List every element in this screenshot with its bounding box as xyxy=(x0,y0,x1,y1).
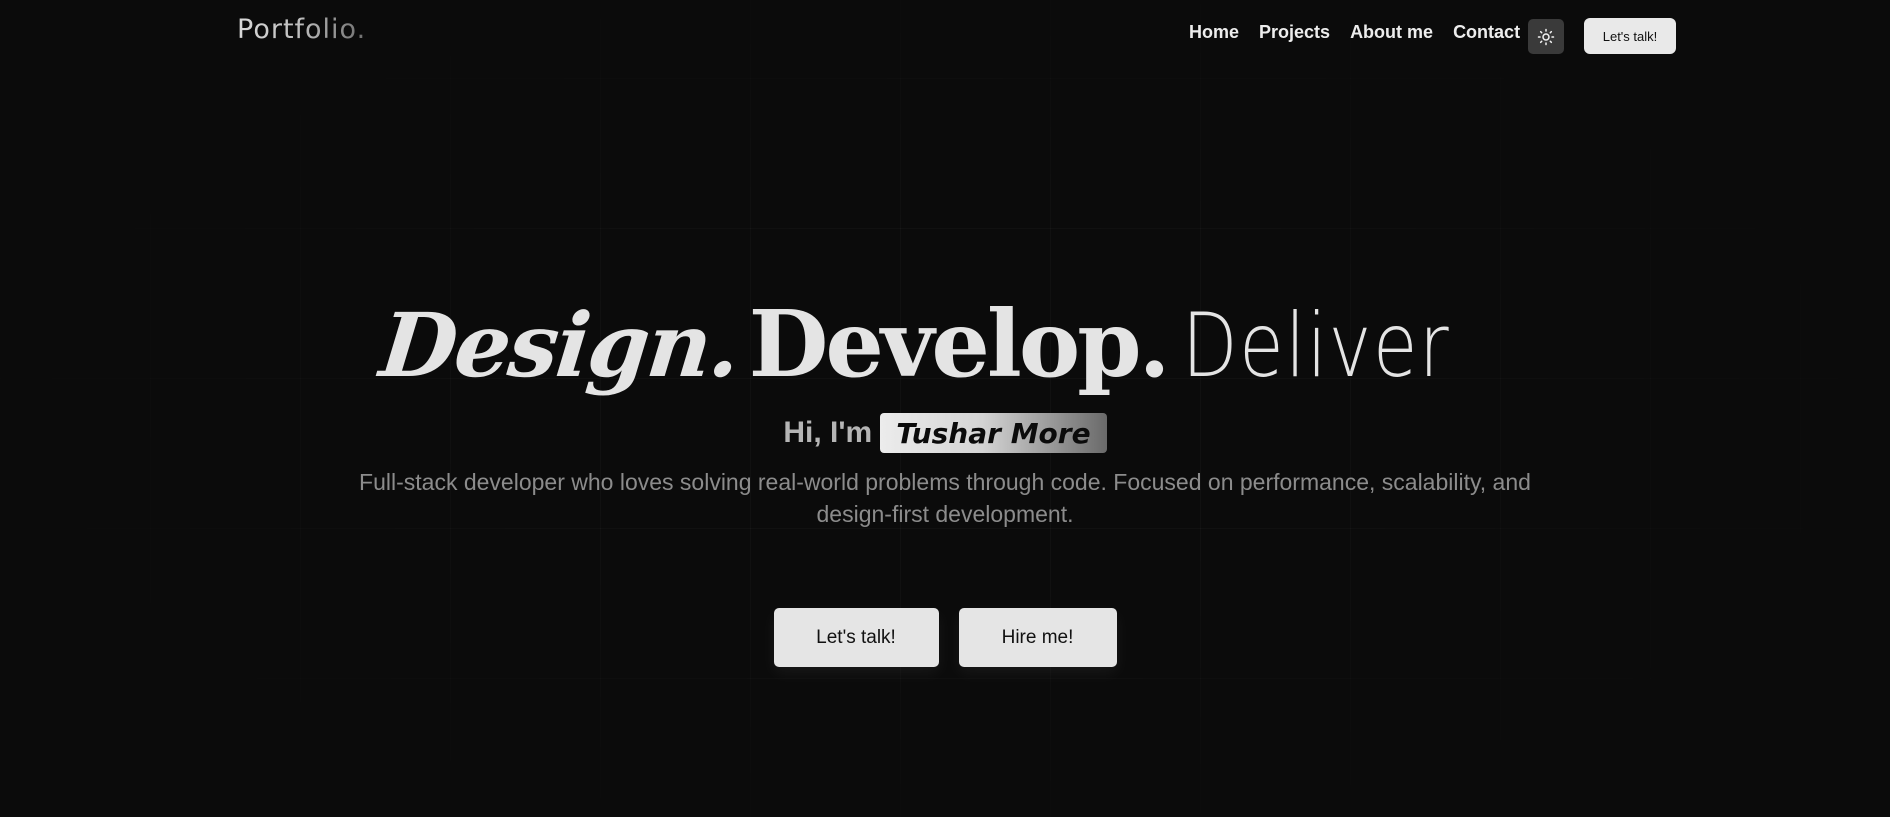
name-text: Tushar More xyxy=(896,416,1091,450)
cta-row: Let's talk! Hire me! xyxy=(0,608,1890,667)
lets-talk-button[interactable]: Let's talk! xyxy=(773,608,939,667)
nav-lets-talk-button[interactable]: Let's talk! xyxy=(1584,18,1676,54)
greeting: Hi, I'm Tushar More xyxy=(0,413,1890,453)
hero-word-design: Design. xyxy=(375,293,745,397)
top-nav: Portfolio. Home Projects About me Contac… xyxy=(0,0,1890,72)
nav-link-projects[interactable]: Projects xyxy=(1259,22,1330,43)
nav-link-contact[interactable]: Contact xyxy=(1453,22,1520,43)
nav-link-about[interactable]: About me xyxy=(1350,22,1433,43)
greeting-text: Hi, I'm xyxy=(783,416,873,449)
nav-link-home[interactable]: Home xyxy=(1189,22,1239,43)
name-badge: Tushar More xyxy=(880,413,1107,453)
grid-background xyxy=(0,0,1890,817)
logo[interactable]: Portfolio. xyxy=(237,14,366,45)
page: Portfolio. Home Projects About me Contac… xyxy=(0,0,1890,817)
hero-title: Design. Develop. Deliver xyxy=(0,290,1890,398)
hero-word-develop: Develop. xyxy=(748,290,1171,398)
hire-me-button[interactable]: Hire me! xyxy=(958,608,1117,667)
sun-icon xyxy=(1537,28,1555,45)
hero-word-deliver: Deliver xyxy=(1181,294,1450,397)
theme-toggle-button[interactable] xyxy=(1528,19,1564,54)
nav-links: Home Projects About me Contact xyxy=(1189,22,1540,43)
hero-description: Full-stack developer who loves solving r… xyxy=(359,469,1531,527)
